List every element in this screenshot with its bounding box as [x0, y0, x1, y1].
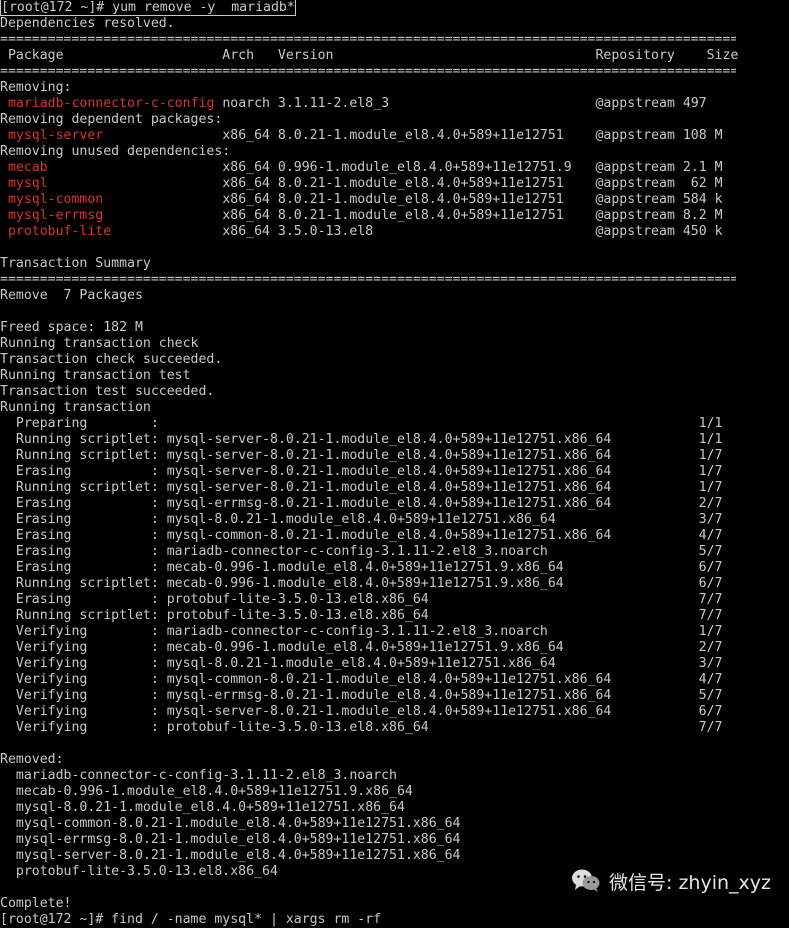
list-item: protobuf-lite-3.5.0-13.el8.x86_64: [0, 864, 278, 879]
terminal-window[interactable]: [root@172 ~]# yum remove -y mariadb* Depe…: [0, 0, 789, 927]
separator-line: ========================================…: [0, 32, 736, 47]
watermark: 微信号: zhyin_xyz: [571, 866, 771, 896]
transaction-step: Running scriptlet: protobuf-lite-3.5.0-1…: [0, 608, 723, 623]
freed-space: Freed space: 182 M: [0, 320, 143, 335]
list-item: mysql-common-8.0.21-1.module_el8.4.0+589…: [0, 816, 461, 831]
transaction-step: Erasing : mecab-0.996-1.module_el8.4.0+5…: [0, 560, 723, 575]
status-text: Complete!: [0, 896, 72, 911]
separator-line: ========================================…: [0, 272, 736, 287]
removed-title: Removed:: [0, 752, 64, 767]
separator-line: ========================================…: [0, 64, 736, 79]
status-text: Dependencies resolved.: [0, 16, 175, 31]
transaction-step: Erasing : mysql-server-8.0.21-1.module_e…: [0, 464, 723, 479]
wechat-icon: [571, 868, 601, 894]
table-row: mecab x86_64 0.996-1.module_el8.4.0+589+…: [7, 160, 723, 175]
table-row: mysql x86_64 8.0.21-1.module_el8.4.0+589…: [7, 176, 723, 191]
transaction-step: Running scriptlet: mysql-server-8.0.21-1…: [0, 432, 723, 447]
status-text: Running transaction check: [0, 336, 199, 351]
package-name: mysql: [7, 176, 48, 191]
transaction-step: Erasing : mysql-errmsg-8.0.21-1.module_e…: [0, 496, 723, 511]
status-text: Transaction check succeeded.: [0, 352, 223, 367]
transaction-step: Verifying : mecab-0.996-1.module_el8.4.0…: [0, 640, 723, 655]
package-name: mysql-errmsg: [7, 208, 104, 223]
transaction-step: Verifying : mariadb-connector-c-config-3…: [0, 624, 723, 639]
transaction-step: Verifying : mysql-8.0.21-1.module_el8.4.…: [0, 656, 723, 671]
transaction-step: Running scriptlet: mecab-0.996-1.module_…: [0, 576, 723, 591]
command-prompt: [root@172 ~]# yum remove -y mariadb*: [0, 0, 296, 16]
list-item: mariadb-connector-c-config-3.1.11-2.el8_…: [0, 768, 397, 783]
list-item: mysql-server-8.0.21-1.module_el8.4.0+589…: [0, 848, 461, 863]
transaction-step: Running scriptlet: mysql-server-8.0.21-1…: [0, 480, 723, 495]
transaction-step: Verifying : mysql-server-8.0.21-1.module…: [0, 704, 723, 719]
list-item: mysql-8.0.21-1.module_el8.4.0+589+11e127…: [0, 800, 405, 815]
transaction-step: Verifying : mysql-common-8.0.21-1.module…: [0, 672, 723, 687]
package-name: mecab: [7, 160, 48, 175]
watermark-text: 微信号: zhyin_xyz: [609, 871, 771, 894]
remove-summary: Remove 7 Packages: [0, 288, 143, 303]
package-name: mariadb-connector-c-config: [7, 96, 215, 111]
status-text: Running transaction: [0, 400, 151, 415]
table-header: Package Arch Version Repository Size: [0, 48, 739, 63]
transaction-step: Erasing : mysql-8.0.21-1.module_el8.4.0+…: [0, 512, 723, 527]
summary-title: Transaction Summary: [0, 256, 151, 271]
transaction-step: Erasing : protobuf-lite-3.5.0-13.el8.x86…: [0, 592, 723, 607]
table-row: mysql-server x86_64 8.0.21-1.module_el8.…: [7, 128, 723, 143]
section-label: Removing:: [0, 80, 72, 95]
list-item: mysql-errmsg-8.0.21-1.module_el8.4.0+589…: [0, 832, 461, 847]
status-text: Running transaction test: [0, 368, 191, 383]
status-text: Transaction test succeeded.: [0, 384, 215, 399]
transaction-step: Running scriptlet: mysql-server-8.0.21-1…: [0, 448, 723, 463]
package-name: mysql-common: [7, 192, 104, 207]
list-item: mecab-0.996-1.module_el8.4.0+589+11e1275…: [0, 784, 413, 799]
table-row: mariadb-connector-c-config noarch 3.1.11…: [7, 96, 707, 111]
section-label: Removing unused dependencies:: [0, 144, 231, 159]
transaction-step: Verifying : mysql-errmsg-8.0.21-1.module…: [0, 688, 723, 703]
package-name: mysql-server: [7, 128, 104, 143]
transaction-step: Erasing : mariadb-connector-c-config-3.1…: [0, 544, 723, 559]
transaction-step: Preparing : 1/1: [0, 416, 723, 431]
command-prompt: [root@172 ~]# find / -name mysql* | xarg…: [0, 912, 382, 927]
transaction-step: Erasing : mysql-common-8.0.21-1.module_e…: [0, 528, 723, 543]
package-name: protobuf-lite: [7, 224, 112, 239]
table-row: mysql-errmsg x86_64 8.0.21-1.module_el8.…: [7, 208, 723, 223]
transaction-step: Verifying : protobuf-lite-3.5.0-13.el8.x…: [0, 720, 723, 735]
table-row: mysql-common x86_64 8.0.21-1.module_el8.…: [7, 192, 723, 207]
table-row: protobuf-lite x86_64 3.5.0-13.el8 @appst…: [7, 224, 723, 239]
section-label: Removing dependent packages:: [0, 112, 223, 127]
